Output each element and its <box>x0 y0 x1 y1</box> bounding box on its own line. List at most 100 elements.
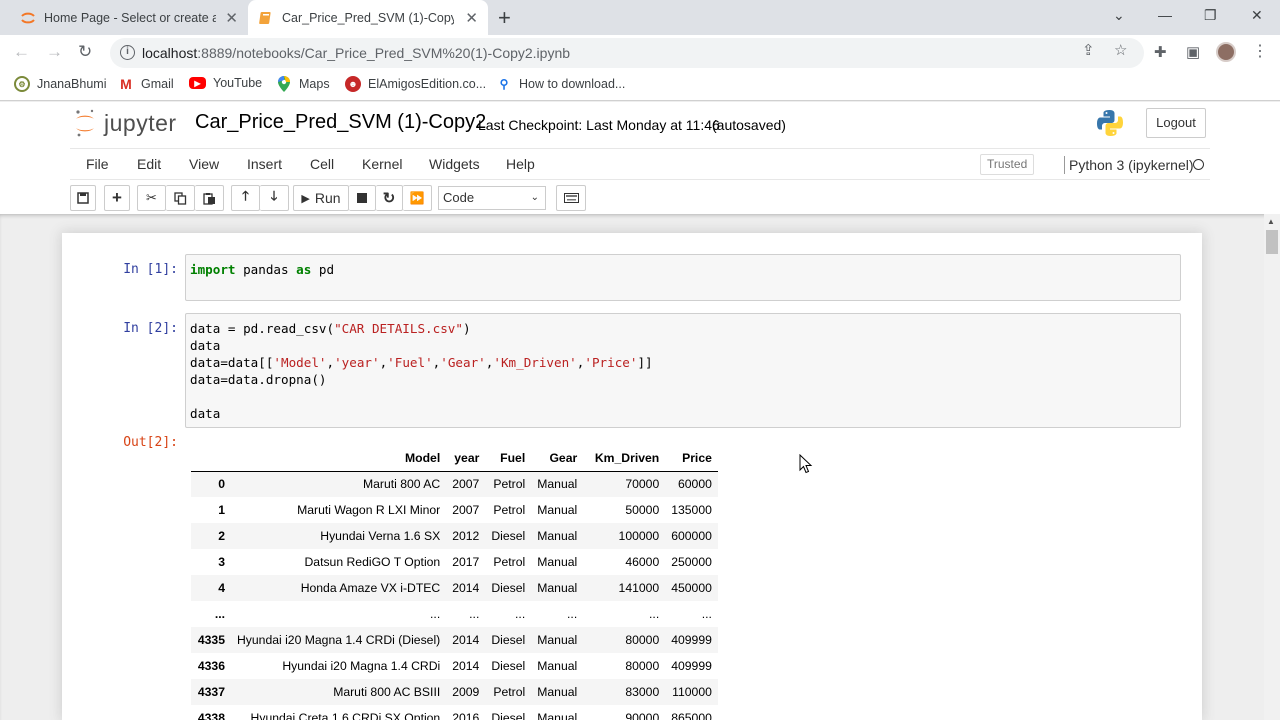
mouse-cursor-icon <box>799 454 813 474</box>
column-header-price: Price <box>665 446 718 472</box>
row-index: 0 <box>218 477 225 492</box>
cell-fuel: Diesel <box>491 581 526 595</box>
cell-model: Hyundai Verna 1.6 SX <box>320 529 441 543</box>
notebook-name[interactable]: Car_Price_Pred_SVM (1)-Copy2 <box>195 111 486 134</box>
kernel-idle-icon <box>1193 159 1204 170</box>
bookmark-maps[interactable]: Maps <box>276 76 330 92</box>
cell-km-driven: 80000 <box>625 659 660 673</box>
cell-1-input[interactable] <box>185 254 1181 301</box>
cell-year: 2016 <box>452 711 480 720</box>
cell-model: Maruti 800 AC BSIII <box>333 685 441 699</box>
cell-year: 2007 <box>452 477 480 492</box>
cell-model: Honda Amaze VX i-DTEC <box>300 581 441 595</box>
trusted-indicator[interactable]: Trusted <box>980 154 1035 175</box>
command-palette-button[interactable] <box>556 185 586 211</box>
profile-avatar[interactable] <box>1216 42 1236 62</box>
tab-search-icon[interactable]: ⌄ <box>1113 7 1125 24</box>
tab-title: Home Page - Select or create a notebook <box>44 10 216 25</box>
minimize-button[interactable]: — <box>1158 7 1172 23</box>
cell-model: Maruti 800 AC <box>362 477 441 492</box>
reload-icon[interactable]: ↻ <box>78 42 92 62</box>
extensions-icon[interactable]: ✚ <box>1154 43 1167 61</box>
copy-icon <box>173 191 186 205</box>
paste-button[interactable] <box>195 185 224 211</box>
run-label: Run <box>314 190 341 206</box>
cell-fuel: Petrol <box>493 477 526 492</box>
cell-type-select[interactable]: Code ⌄ <box>438 186 546 210</box>
jupyter-tab-icon <box>21 12 35 23</box>
bookmark-elamigos[interactable]: ☻ ElAmigosEdition.co... <box>345 76 486 92</box>
cell-km-driven: 50000 <box>625 503 660 517</box>
cell-model: Hyundai i20 Magna 1.4 CRDi <box>282 659 441 673</box>
scrollbar-thumb[interactable] <box>1266 230 1278 254</box>
tab-notebook[interactable]: Car_Price_Pred_SVM (1)-Copy2 - Jupyter N… <box>248 0 488 35</box>
menu-edit[interactable]: Edit <box>137 156 161 172</box>
run-button[interactable]: ▶ Run <box>293 185 349 211</box>
bookmark-star-icon[interactable]: ☆ <box>1114 41 1127 59</box>
url-text[interactable]: localhost:8889/notebooks/Car_Price_Pred_… <box>142 45 570 61</box>
cell-2-code[interactable]: data = pd.read_csv("CAR DETAILS.csv") da… <box>190 320 653 422</box>
cell-1-code[interactable]: import pandas as pd <box>190 261 334 278</box>
menu-kernel[interactable]: Kernel <box>362 156 402 172</box>
browser-menu-icon[interactable]: ⋮ <box>1252 41 1268 61</box>
restart-button[interactable]: ↻ <box>376 185 403 211</box>
arrow-up-icon: 🡑 <box>242 188 249 203</box>
maps-icon <box>276 76 292 92</box>
side-panel-icon[interactable]: ▣ <box>1186 43 1200 61</box>
move-up-button[interactable]: 🡑 <box>231 185 260 211</box>
logout-button[interactable]: Logout <box>1146 108 1206 138</box>
cell-km-driven: 70000 <box>625 477 660 492</box>
scroll-up-icon[interactable]: ▲ <box>1267 217 1275 226</box>
share-icon[interactable]: ⇪ <box>1082 41 1095 59</box>
menu-help[interactable]: Help <box>506 156 535 172</box>
menu-insert[interactable]: Insert <box>247 156 282 172</box>
bookmark-how-to-download[interactable]: ⚲ How to download... <box>496 76 626 92</box>
cell-fuel: Diesel <box>491 659 526 673</box>
play-icon: ▶ <box>301 192 310 205</box>
close-window-button[interactable]: ✕ <box>1251 7 1263 24</box>
restart-run-all-button[interactable]: ⏩ <box>403 185 432 211</box>
table-row: 3 Datsun RediGO T Option 2017 Petrol Man… <box>191 549 718 575</box>
bookmark-label: Maps <box>299 77 330 91</box>
close-icon[interactable]: ✕ <box>465 9 478 27</box>
cell-price: 409999 <box>671 633 712 647</box>
save-button[interactable] <box>70 185 96 211</box>
menu-file[interactable]: File <box>86 156 109 172</box>
menu-widgets[interactable]: Widgets <box>429 156 480 172</box>
cell-km-driven: ... <box>649 607 660 621</box>
site-info-icon[interactable]: i <box>120 45 135 60</box>
insert-cell-button[interactable]: + <box>104 185 130 211</box>
table-row: 4338 Hyundai Creta 1.6 CRDi SX Option 20… <box>191 705 718 720</box>
bookmark-gmail[interactable]: M Gmail <box>118 76 174 92</box>
bookmark-jnanabhumi[interactable]: ⚙ JnanaBhumi <box>14 76 107 92</box>
new-tab-button[interactable]: + <box>498 5 511 31</box>
autosave-status: (autosaved) <box>712 117 786 133</box>
fast-forward-icon: ⏩ <box>409 191 425 205</box>
move-down-button[interactable]: 🡓 <box>260 185 289 211</box>
cell-gear: Manual <box>537 633 578 647</box>
page-scrollbar[interactable] <box>1264 214 1280 720</box>
copy-button[interactable] <box>166 185 195 211</box>
tab-home-page[interactable]: Home Page - Select or create a notebook … <box>8 0 248 35</box>
cell-model: Maruti Wagon R LXI Minor <box>297 503 441 517</box>
cell-fuel: Diesel <box>491 529 526 543</box>
close-icon[interactable]: ✕ <box>225 9 238 27</box>
dataframe-table: Model year Fuel Gear Km_Driven Price 0 M… <box>191 446 718 720</box>
cell-gear: Manual <box>537 503 578 517</box>
jupyter-logo[interactable]: jupyter <box>74 108 177 138</box>
menu-cell[interactable]: Cell <box>310 156 334 172</box>
address-bar[interactable]: i localhost:8889/notebooks/Car_Price_Pre… <box>110 38 1144 68</box>
table-row: 4337 Maruti 800 AC BSIII 2009 Petrol Man… <box>191 679 718 705</box>
forward-icon[interactable]: → <box>46 42 63 62</box>
bookmark-youtube[interactable]: ▶ YouTube <box>189 76 262 90</box>
jupyter-header: jupyter Car_Price_Pred_SVM (1)-Copy2 Las… <box>0 102 1280 214</box>
cell-2-prompt: In [2]: <box>123 321 178 336</box>
menu-view[interactable]: View <box>189 156 219 172</box>
cell-price: 450000 <box>671 581 712 595</box>
back-icon[interactable]: ← <box>13 42 30 62</box>
restore-button[interactable]: ❐ <box>1204 7 1217 24</box>
interrupt-button[interactable] <box>349 185 376 211</box>
kernel-name[interactable]: Python 3 (ipykernel) <box>1069 157 1194 173</box>
cut-button[interactable]: ✂ <box>137 185 166 211</box>
scissors-icon: ✂ <box>146 190 157 205</box>
